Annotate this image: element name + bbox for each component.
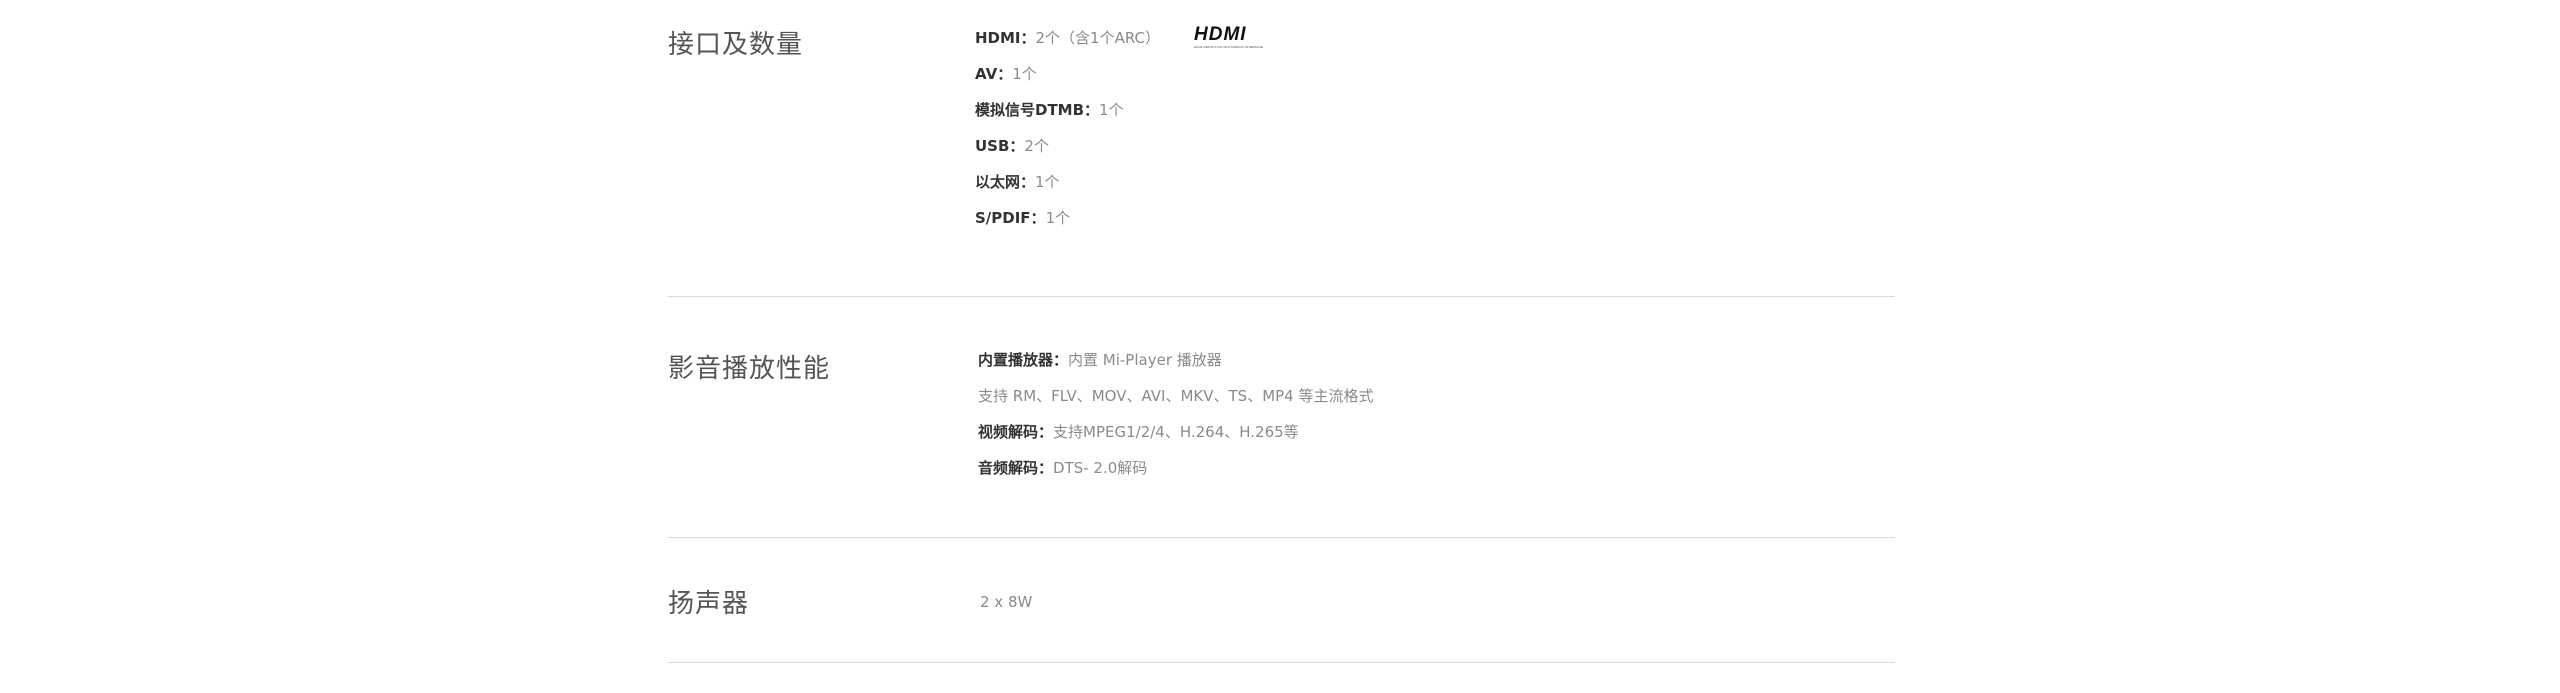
spec-value: 内置 Mi-Player 播放器 [1068, 351, 1222, 369]
spec-key: 视频解码： [978, 423, 1054, 441]
section-divider [668, 296, 1895, 297]
spec-key: AV： [975, 65, 1013, 83]
spec-value: 2个（含1个ARC） [1035, 29, 1161, 47]
section-divider [668, 537, 1895, 538]
spec-value: 2个 [1024, 137, 1049, 155]
spec-row-dtmb: 模拟信号DTMB：1个 [975, 100, 1124, 120]
section-title-media-playback: 影音播放性能 [668, 354, 831, 384]
section-title-speaker: 扬声器 [668, 589, 750, 619]
spec-row-spdif: S/PDIF：1个 [975, 208, 1070, 228]
section-divider [668, 662, 1895, 663]
spec-row-av: AV：1个 [975, 64, 1037, 84]
hdmi-wordmark: HDMI [1194, 24, 1247, 45]
spec-row-formats: 支持 RM、FLV、MOV、AVI、MKV、TS、MP4 等主流格式 [978, 386, 1374, 406]
spec-key: HDMI： [975, 29, 1036, 47]
spec-value: 1个 [1035, 173, 1060, 191]
spec-key: 模拟信号DTMB： [975, 101, 1100, 119]
spec-key: S/PDIF： [975, 209, 1046, 227]
spec-value: DTS- 2.0解码 [1053, 459, 1148, 477]
spec-value: 1个 [1012, 65, 1037, 83]
spec-value: 支持 RM、FLV、MOV、AVI、MKV、TS、MP4 等主流格式 [978, 387, 1374, 405]
spec-page: 接口及数量 HDMI：2个（含1个ARC） HDMI HIGH-DEFINITI… [0, 0, 2560, 693]
spec-row-hdmi: HDMI：2个（含1个ARC） [975, 28, 1160, 48]
spec-value: 支持MPEG1/2/4、H.264、H.265等 [1053, 423, 1299, 441]
section-title-ports: 接口及数量 [668, 30, 804, 60]
spec-row-video-decode: 视频解码：支持MPEG1/2/4、H.264、H.265等 [978, 422, 1299, 442]
spec-row-audio-decode: 音频解码：DTS- 2.0解码 [978, 458, 1147, 478]
spec-row-ethernet: 以太网：1个 [975, 172, 1060, 192]
hdmi-logo-icon: HDMI HIGH-DEFINITION MULTIMEDIA INTERFAC… [1194, 24, 1274, 52]
spec-value: 1个 [1045, 209, 1071, 227]
spec-value: 1个 [1099, 101, 1124, 119]
spec-row-player: 内置播放器：内置 Mi-Player 播放器 [978, 350, 1222, 370]
spec-row-speaker-power: 2 x 8W [980, 592, 1032, 612]
spec-key: 以太网： [975, 173, 1036, 191]
spec-key: 音频解码： [978, 459, 1054, 477]
spec-row-usb: USB：2个 [975, 136, 1049, 156]
spec-value: 2 x 8W [980, 593, 1033, 611]
spec-key: 内置播放器： [978, 351, 1069, 369]
hdmi-tagline: HIGH-DEFINITION MULTIMEDIA INTERFACE [1194, 45, 1264, 49]
spec-key: USB： [975, 137, 1025, 155]
